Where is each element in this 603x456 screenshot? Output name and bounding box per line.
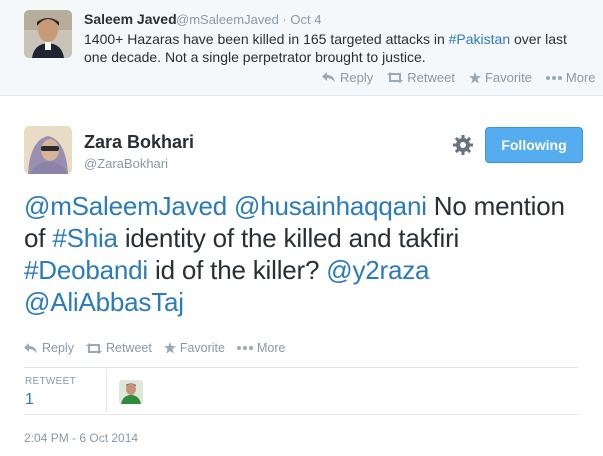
parent-time[interactable]: Oct 4 (290, 12, 321, 27)
favorite-button[interactable]: Favorite (163, 341, 225, 355)
retweet-icon (387, 72, 404, 83)
following-button[interactable]: Following (485, 127, 583, 163)
main-actions: Reply Retweet Favorite More (24, 341, 285, 355)
mention-link[interactable]: @mSaleemJaved (24, 191, 227, 221)
favorite-icon (163, 342, 176, 354)
more-button[interactable]: More (545, 70, 596, 85)
favorite-icon (468, 71, 481, 83)
more-icon (545, 75, 562, 80)
retweet-count[interactable]: 1 (25, 391, 34, 409)
hashtag-link[interactable]: #Deobandi (24, 255, 148, 285)
main-avatar[interactable] (24, 126, 72, 174)
more-label: More (565, 70, 596, 85)
main-author-handle[interactable]: @ZaraBokhari (84, 156, 168, 171)
tweet-text-part: identity of the killed and takfiri (117, 223, 460, 253)
stat-separator (106, 370, 107, 412)
retweet-icon (85, 342, 102, 354)
parent-actions: Reply Retweet Favorite More (322, 70, 596, 85)
retweet-button[interactable]: Retweet (85, 341, 152, 355)
retweet-button[interactable]: Retweet (387, 70, 455, 85)
reply-button[interactable]: Reply (24, 341, 74, 355)
retweet-label: Retweet (407, 70, 455, 85)
parent-text-part: 1400+ Hazaras have been killed in 165 ta… (84, 31, 449, 47)
reply-icon (322, 72, 335, 83)
retweet-label: Retweet (105, 341, 152, 355)
hashtag-link[interactable]: #Shia (52, 223, 118, 253)
divider (24, 367, 579, 368)
tweet-text-part: id of the killer? (147, 255, 327, 285)
favorite-label: Favorite (179, 341, 225, 355)
mention-link[interactable]: @husainhaqqani (234, 191, 427, 221)
mention-link[interactable]: @AliAbbasTaj (24, 287, 184, 317)
text-space (227, 191, 234, 221)
reply-label: Reply (42, 341, 74, 355)
parent-avatar[interactable] (24, 10, 72, 58)
more-label: More (256, 341, 286, 355)
main-tweet-text: @mSaleemJaved @husainhaqqani No mention … (24, 190, 584, 318)
parent-meta: @mSaleemJaved · Oct 4 (176, 12, 321, 27)
parent-author-handle[interactable]: @mSaleemJaved (176, 12, 279, 27)
reply-icon (24, 342, 37, 353)
retweet-stat-label: RETWEET (25, 376, 76, 387)
parent-author-name[interactable]: Saleem Javed (84, 11, 177, 27)
gear-icon[interactable] (452, 134, 474, 156)
reply-button[interactable]: Reply (322, 70, 373, 85)
favorite-label: Favorite (484, 70, 532, 85)
main-author-name[interactable]: Zara Bokhari (84, 132, 194, 153)
hashtag-link[interactable]: #Pakistan (449, 31, 510, 47)
tweet-timestamp[interactable]: 2:04 PM - 6 Oct 2014 (24, 431, 138, 445)
parent-tweet-text: 1400+ Hazaras have been killed in 165 ta… (84, 30, 584, 66)
reply-label: Reply (340, 70, 374, 85)
parent-tweet: Saleem Javed @mSaleemJaved · Oct 4 1400+… (0, 0, 603, 96)
retweeter-avatar[interactable] (119, 380, 143, 404)
more-icon (236, 346, 253, 350)
favorite-button[interactable]: Favorite (468, 70, 532, 85)
divider (24, 414, 579, 415)
more-button[interactable]: More (236, 341, 286, 355)
mention-link[interactable]: @y2raza (326, 255, 429, 285)
